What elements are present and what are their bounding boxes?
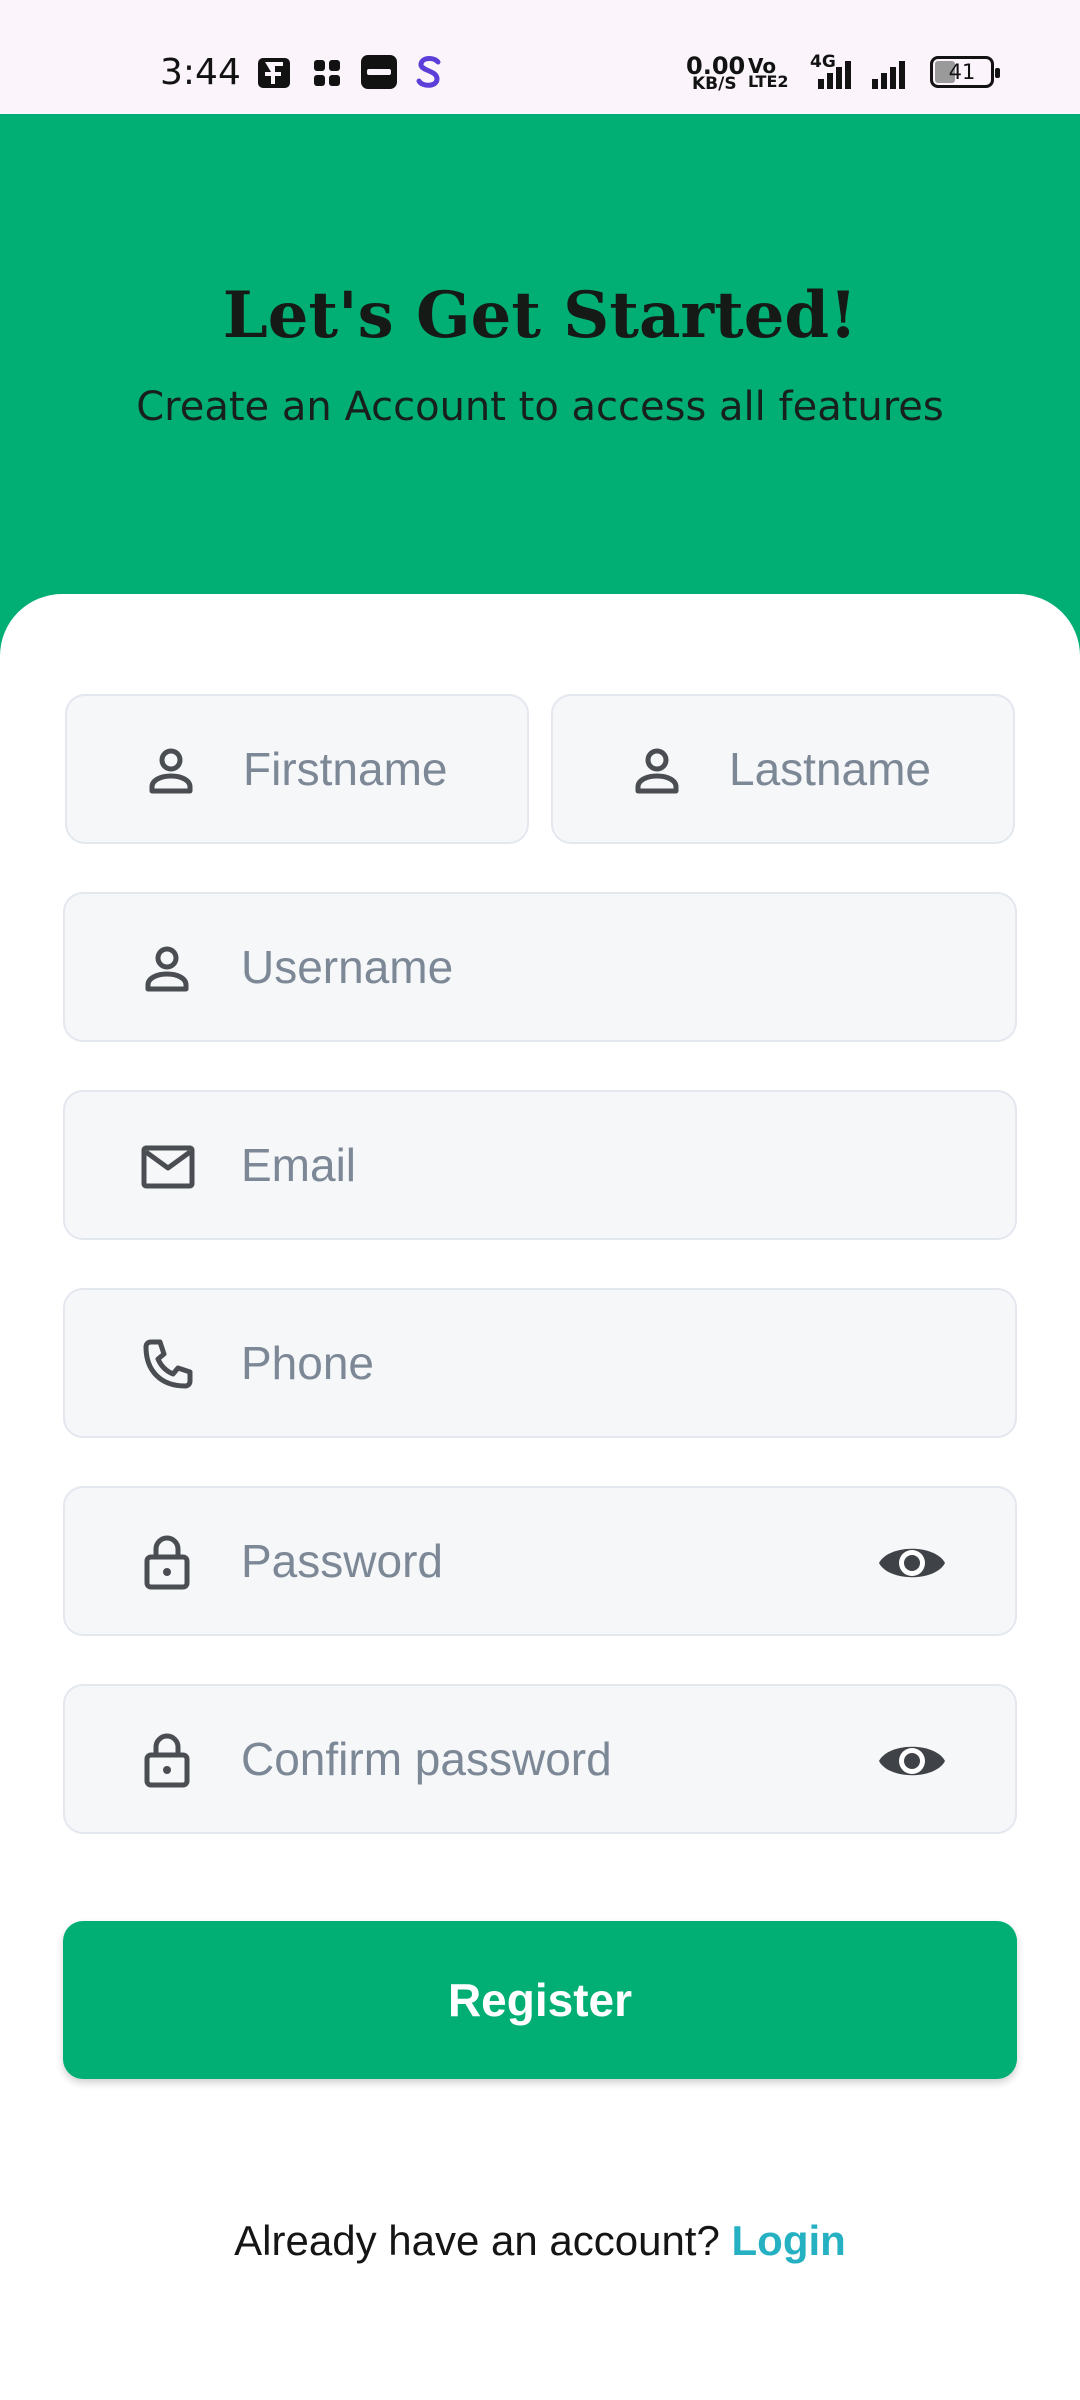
status-bar: 3:44 0.00 KB/S Vo LTE2 4G 41 — [0, 0, 1080, 114]
lock-icon — [144, 1733, 190, 1788]
login-prompt-text: Already have an account? — [234, 2217, 732, 2264]
battery-level: 41 — [948, 60, 976, 84]
lastname-field[interactable] — [551, 694, 1015, 844]
page-title: Let's Get Started! — [222, 278, 858, 353]
register-button[interactable]: Register — [63, 1921, 1017, 2079]
login-link[interactable]: Login — [732, 2217, 846, 2264]
phone-icon — [143, 1339, 193, 1389]
signal-icon — [818, 61, 905, 89]
username-field[interactable] — [63, 892, 1017, 1042]
volte-bottom: LTE2 — [748, 72, 789, 91]
gallery-icon — [258, 58, 290, 88]
phone-field[interactable] — [63, 1288, 1017, 1438]
net-speed-unit: KB/S — [692, 74, 737, 94]
confirm-password-field[interactable] — [63, 1684, 1017, 1834]
battery-icon: 41 — [930, 56, 1000, 88]
lastname-input[interactable] — [729, 696, 999, 842]
person-icon — [635, 748, 679, 794]
email-input[interactable] — [241, 1092, 761, 1238]
username-input[interactable] — [241, 894, 761, 1040]
apps-grid-icon — [314, 60, 340, 86]
eye-icon[interactable] — [877, 1535, 947, 1591]
password-input[interactable] — [241, 1488, 761, 1634]
mail-icon — [141, 1145, 195, 1189]
confirm-password-input[interactable] — [241, 1686, 761, 1832]
password-field[interactable] — [63, 1486, 1017, 1636]
paytm-icon — [361, 55, 397, 89]
lock-icon — [144, 1535, 190, 1590]
person-icon — [145, 946, 189, 992]
firstname-field[interactable] — [65, 694, 529, 844]
email-field[interactable] — [63, 1090, 1017, 1240]
status-time: 3:44 — [160, 52, 241, 93]
firstname-input[interactable] — [243, 696, 513, 842]
eye-icon[interactable] — [877, 1733, 947, 1789]
page-subtitle: Create an Account to access all features — [136, 384, 944, 430]
person-icon — [149, 748, 193, 794]
login-prompt-row: Already have an account? Login — [0, 2217, 1080, 2265]
phone-input[interactable] — [241, 1290, 761, 1436]
s-app-icon — [416, 56, 441, 88]
